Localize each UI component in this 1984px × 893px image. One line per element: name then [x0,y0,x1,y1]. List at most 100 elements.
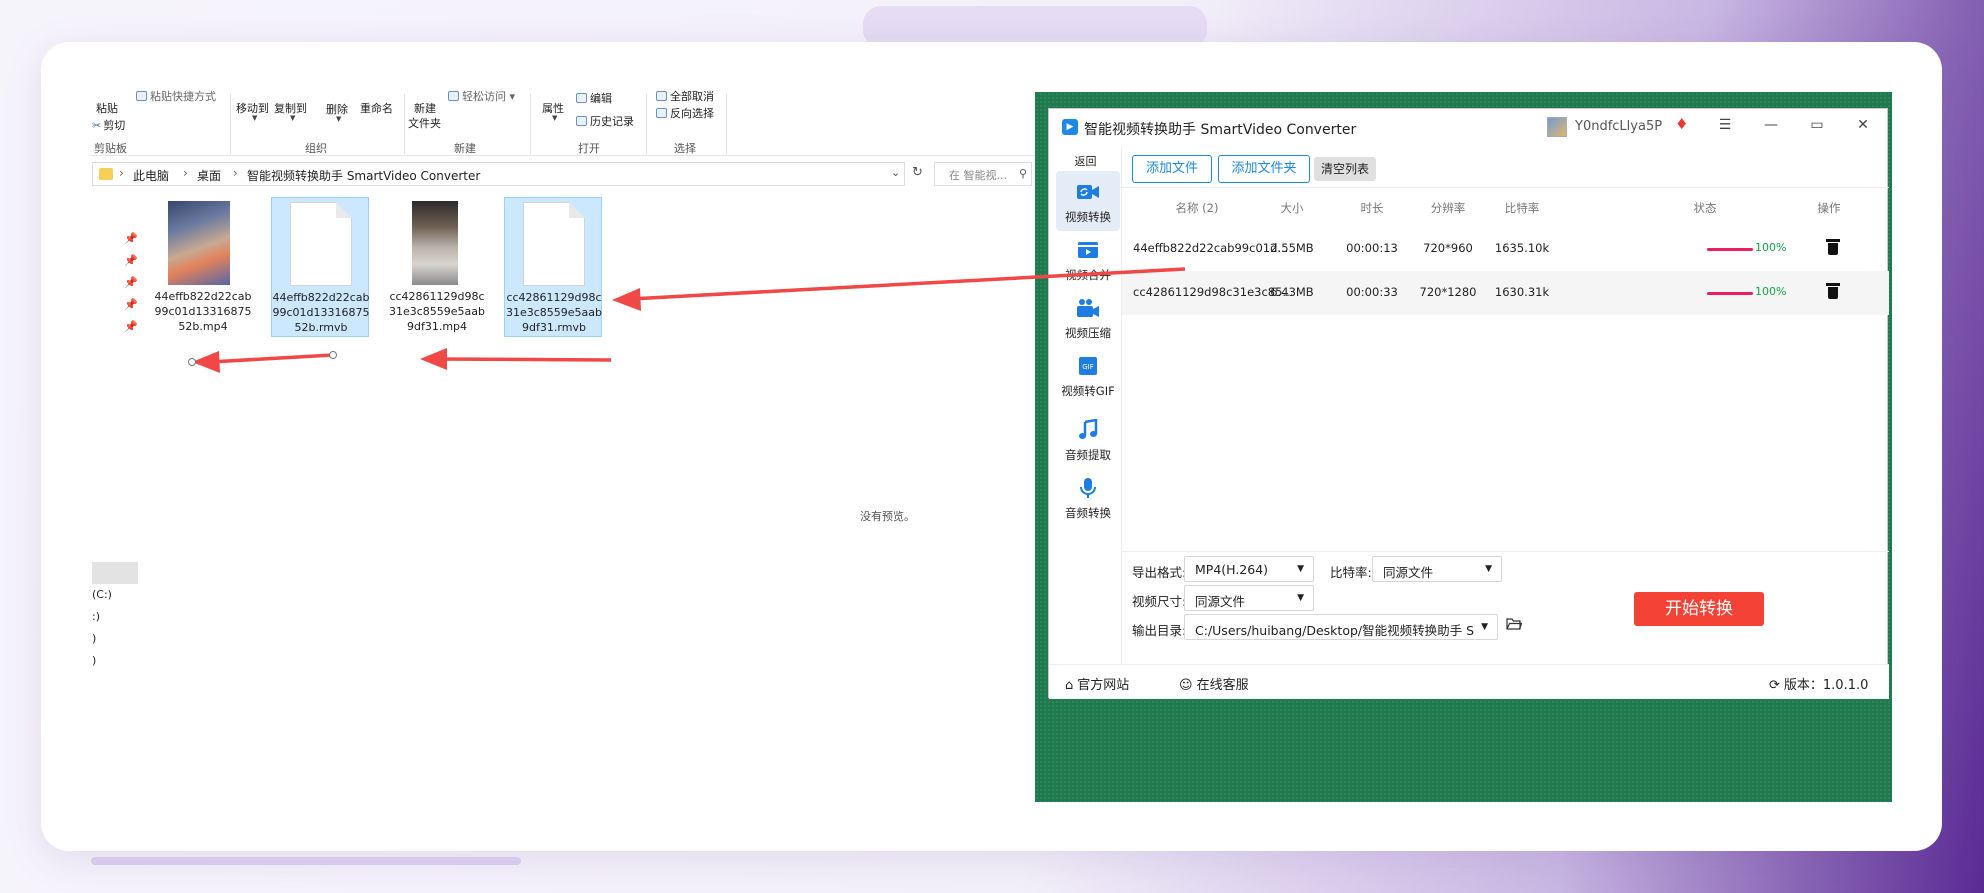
menu-icon[interactable]: ☰ [1714,117,1736,133]
video-size-select[interactable]: 同源文件 ▼ [1184,585,1314,611]
progress-percent: 100% [1755,285,1787,298]
minimize-button[interactable]: — [1760,117,1782,133]
avatar[interactable] [1547,117,1567,137]
home-icon: ⌂ [1065,678,1074,693]
column-header-bitrate[interactable]: 比特率 [1492,200,1552,216]
output-dir-select[interactable]: C:/Users/huibang/Desktop/智能视频转换助手 SmartV… [1184,614,1498,640]
online-support-link[interactable]: ☺ 在线客服 [1179,674,1249,693]
nav-label: 音频转换 [1065,506,1111,520]
nav-video-merge[interactable]: 视频合并 [1056,229,1120,289]
invert-selection-button[interactable]: 反向选择 [656,105,714,121]
table-row[interactable]: cc42861129d98c31e3c85... 6.43MB 00:00:33… [1122,271,1889,315]
edit-button[interactable]: 编辑 [576,90,612,106]
cell-size: 6.43MB [1270,285,1314,299]
history-button[interactable]: 历史记录 [576,113,634,129]
cut-button[interactable]: ✂ 剪切 [92,117,125,133]
column-header-name[interactable]: 名称 (2) [1152,200,1242,216]
start-convert-button[interactable]: 开始转换 [1634,592,1764,626]
new-folder-line1[interactable]: 新建 [414,100,436,116]
progress-bar [1707,248,1753,251]
clear-list-button[interactable]: 清空列表 [1314,157,1376,181]
delete-icon[interactable] [1826,239,1840,255]
drive-item[interactable]: ) [92,632,96,645]
blank-file-icon [290,202,352,286]
file-name: cc42861129d98c31e3c8559e5aab9df31.rmvb [505,291,603,334]
select-none-button[interactable]: 全部取消 [656,90,714,104]
chevron-right-icon: › [183,166,188,180]
easy-access-icon [448,91,459,101]
add-folder-button[interactable]: 添加文件夹 [1218,155,1310,183]
delete-icon[interactable] [1826,283,1840,299]
file-explorer: 粘贴 粘贴快捷方式 ✂ 剪切 剪贴板 移动到 ▼ 复制到 ▼ 删除 ▼ 重命名 组… [90,90,1035,802]
nav-pane-selected-item[interactable] [92,562,138,584]
invert-selection-icon [656,108,667,118]
paste-button[interactable]: 粘贴 [96,100,118,116]
back-button[interactable]: 返回 [1049,153,1122,169]
file-item[interactable]: 44effb822d22cab99c01d1331687552b.mp4 [154,197,252,337]
bitrate-label: 比特率: [1330,565,1372,580]
scissors-icon: ✂ [92,119,102,132]
nav-video-compress[interactable]: 视频压缩 [1056,287,1120,347]
chevron-down-icon: ▼ [290,114,296,122]
search-icon: ⚲ [1019,167,1028,180]
history-icon [576,116,587,126]
easy-access-button[interactable]: 轻松访问 ▾ [448,90,515,104]
breadcrumb-this-pc[interactable]: 此电脑 [133,167,169,184]
file-item-selected[interactable]: 44effb822d22cab99c01d1331687552b.rmvb [271,197,370,337]
drive-item[interactable]: :) [92,610,100,623]
pin-icon[interactable]: 📌 [124,276,138,289]
nav-video-gif[interactable]: GIF 视频转GIF [1056,345,1120,405]
nav-label: 音频提取 [1065,448,1111,462]
refresh-icon: ⟳ [1769,678,1780,693]
format-select[interactable]: MP4(H.264) ▼ [1184,556,1314,582]
file-item-selected[interactable]: cc42861129d98c31e3c8559e5aab9df31.rmvb [504,197,602,337]
username[interactable]: Y0ndfcLlya5P [1575,119,1662,134]
bitrate-select[interactable]: 同源文件 ▼ [1372,556,1502,582]
video-merge-icon [1076,239,1100,261]
nav-audio-convert[interactable]: 音频转换 [1056,467,1120,527]
search-input[interactable]: 在 智能视... ⚲ [934,162,1032,186]
new-folder-line2[interactable]: 文件夹 [408,115,441,131]
music-note-icon [1076,418,1100,441]
official-website-link[interactable]: ⌂ 官方网站 [1065,674,1129,693]
output-dir-label: 输出目录: [1132,623,1187,638]
nav-audio-extract[interactable]: 音频提取 [1056,409,1120,469]
rename-button[interactable]: 重命名 [360,100,393,116]
version-info: ⟳ 版本：1.0.1.0 [1769,678,1869,693]
drive-item[interactable]: ) [92,654,96,667]
drive-item[interactable]: (C:) [92,588,112,601]
pin-icon[interactable]: 📌 [124,320,138,333]
column-header-duration[interactable]: 时长 [1342,200,1402,216]
breadcrumb-folder[interactable]: 智能视频转换助手 SmartVideo Converter [247,167,480,184]
ribbon-divider [404,94,405,154]
pin-icon[interactable]: 📌 [124,232,138,245]
table-header: 名称 (2) 大小 时长 分辨率 比特率 状态 操作 [1122,187,1889,227]
nav-label: 视频转换 [1065,210,1111,224]
breadcrumb-desktop[interactable]: 桌面 [197,167,221,184]
paste-shortcut-icon [136,91,147,101]
address-dropdown-icon[interactable]: ⌄ [891,166,900,179]
open-folder-icon[interactable] [1506,617,1523,635]
chevron-down-icon: ▼ [552,114,558,122]
refresh-icon[interactable]: ↻ [912,165,923,180]
file-item[interactable]: cc42861129d98c31e3c8559e5aab9df31.mp4 [388,197,486,337]
table-row[interactable]: 44effb822d22cab99c01d... 2.55MB 00:00:13… [1122,227,1889,271]
support-agent-icon: ☺ [1179,678,1193,693]
column-header-size[interactable]: 大小 [1262,200,1322,216]
maximize-button[interactable]: ▭ [1806,117,1828,133]
pin-icon[interactable]: 📌 [124,298,138,311]
ribbon-divider [726,94,727,154]
nav-video-convert[interactable]: 视频转换 [1056,171,1120,231]
pin-icon[interactable]: 📌 [124,254,138,267]
close-button[interactable]: ✕ [1852,117,1874,133]
nav-label: 视频合并 [1065,268,1111,282]
caret-down-icon: ▼ [1485,564,1492,574]
add-file-button[interactable]: 添加文件 [1132,155,1212,183]
vip-diamond-icon[interactable]: ♦ [1675,115,1688,133]
address-input[interactable]: › 此电脑 › 桌面 › 智能视频转换助手 SmartVideo Convert… [92,162,905,186]
cell-duration: 00:00:33 [1346,285,1398,299]
ribbon-divider [646,94,647,154]
column-header-resolution[interactable]: 分辨率 [1418,200,1478,216]
paste-shortcut-button[interactable]: 粘贴快捷方式 [136,90,216,104]
nav-label: 视频转GIF [1061,384,1115,398]
